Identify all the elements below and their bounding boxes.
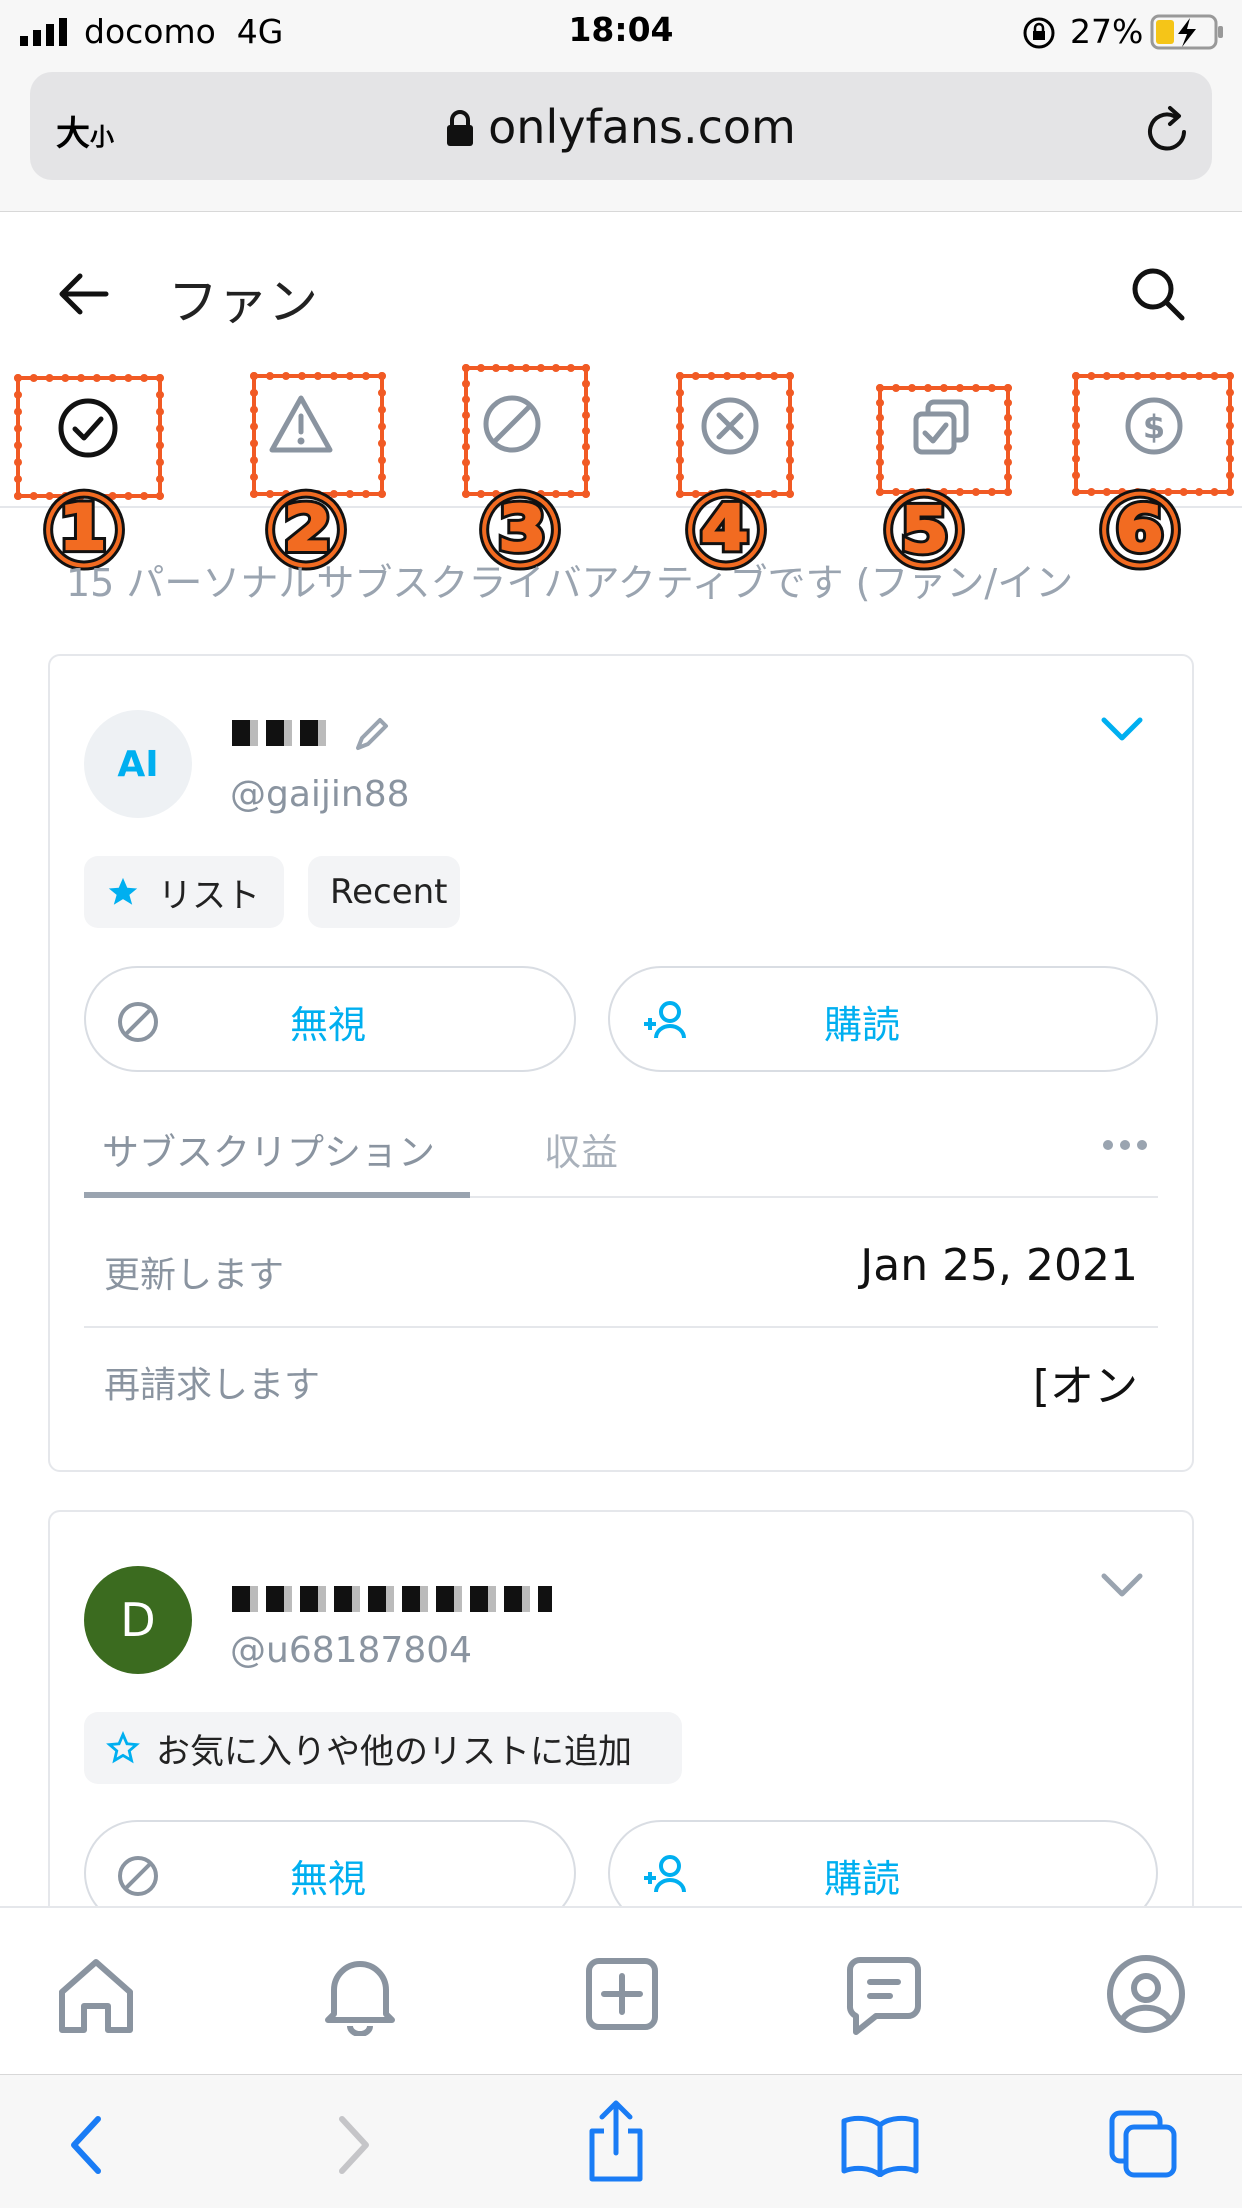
annotation-number-6: ⑥ bbox=[1093, 469, 1187, 591]
add-post-icon[interactable] bbox=[584, 1956, 660, 2032]
back-arrow-icon[interactable] bbox=[56, 272, 110, 316]
tab-earnings[interactable]: 収益 bbox=[544, 1122, 618, 1176]
dollar-circle-icon[interactable]: $ bbox=[1122, 394, 1186, 458]
avatar[interactable]: AI bbox=[84, 710, 192, 818]
browser-toolbar bbox=[0, 2074, 1242, 2208]
rebill-value[interactable]: [オン bbox=[650, 1350, 1138, 1414]
list-chip[interactable]: リスト bbox=[84, 856, 284, 928]
block-icon bbox=[118, 1002, 158, 1042]
active-tab-indicator bbox=[84, 1192, 470, 1198]
row-divider bbox=[84, 1326, 1158, 1328]
battery-percent: 27% bbox=[1070, 12, 1144, 51]
app-bottom-nav bbox=[0, 1906, 1242, 2074]
add-to-list-chip[interactable]: お気に入りや他のリストに追加 bbox=[84, 1712, 682, 1784]
block-icon[interactable] bbox=[480, 392, 544, 456]
status-bar: docomo 4G 18:04 27% bbox=[0, 0, 1242, 62]
chevron-down-icon[interactable] bbox=[1098, 1568, 1146, 1602]
renewal-label: 更新します bbox=[104, 1255, 285, 1296]
recent-chip[interactable]: Recent bbox=[308, 856, 460, 928]
more-options-icon[interactable] bbox=[1100, 1136, 1150, 1154]
messages-icon[interactable] bbox=[846, 1956, 922, 2036]
bell-icon[interactable] bbox=[320, 1952, 400, 2036]
battery-charging-icon bbox=[1150, 14, 1223, 50]
chevron-down-icon[interactable] bbox=[1098, 712, 1146, 746]
display-name-redacted bbox=[232, 720, 334, 746]
tabs-icon[interactable] bbox=[1108, 2109, 1178, 2179]
back-chevron-icon[interactable] bbox=[66, 2115, 106, 2175]
check-circle-icon[interactable] bbox=[56, 396, 120, 460]
svg-text:$: $ bbox=[1143, 408, 1165, 446]
subscribe-button[interactable]: 購読 bbox=[608, 966, 1158, 1072]
x-circle-icon[interactable] bbox=[698, 394, 762, 458]
tab-subscription[interactable]: サブスクリプション bbox=[102, 1122, 435, 1176]
share-icon[interactable] bbox=[584, 2097, 648, 2185]
profile-icon[interactable] bbox=[1104, 1952, 1188, 2036]
page-title: ファン bbox=[168, 273, 318, 331]
warning-triangle-icon[interactable] bbox=[268, 394, 334, 456]
browser-address-bar: 大小 onlyfans.com bbox=[0, 62, 1242, 212]
rebill-label: 再請求します bbox=[104, 1365, 321, 1406]
lock-icon bbox=[447, 110, 474, 146]
fan-card: D @u68187804 お気に入りや他のリストに追加 無視 購読 bbox=[48, 1510, 1194, 1950]
display-name-redacted bbox=[232, 1586, 552, 1612]
check-squares-icon[interactable] bbox=[910, 396, 974, 460]
search-icon[interactable] bbox=[1130, 266, 1186, 322]
star-outline-icon bbox=[106, 1731, 140, 1764]
fan-handle[interactable]: @gaijin88 bbox=[230, 774, 410, 815]
renewal-date: Jan 25, 2021 bbox=[860, 1240, 1138, 1291]
home-icon[interactable] bbox=[54, 1956, 138, 2036]
edit-pencil-icon[interactable] bbox=[350, 712, 394, 756]
rotation-lock-icon bbox=[1023, 17, 1055, 49]
add-user-icon bbox=[644, 1855, 686, 1893]
url-field[interactable]: 大小 onlyfans.com bbox=[30, 72, 1212, 180]
url-domain: onlyfans.com bbox=[30, 100, 1212, 154]
tabs-divider bbox=[0, 506, 1242, 508]
fan-card: AI @gaijin88 リスト Recent 無視 購読 サブスクリプション … bbox=[48, 654, 1194, 1472]
add-user-icon bbox=[644, 1001, 686, 1039]
avatar[interactable]: D bbox=[84, 1566, 192, 1674]
subscriber-notice: 15 パーソナルサブスクライバアクティブです (ファン/イン bbox=[66, 561, 1074, 605]
ignore-button[interactable]: 無視 bbox=[84, 966, 576, 1072]
reload-icon[interactable] bbox=[1144, 104, 1192, 154]
bookmarks-icon[interactable] bbox=[840, 2113, 920, 2177]
star-filled-icon bbox=[108, 877, 138, 905]
forward-chevron-icon[interactable] bbox=[334, 2115, 374, 2175]
fan-handle[interactable]: @u68187804 bbox=[230, 1630, 472, 1671]
block-icon bbox=[118, 1856, 158, 1896]
